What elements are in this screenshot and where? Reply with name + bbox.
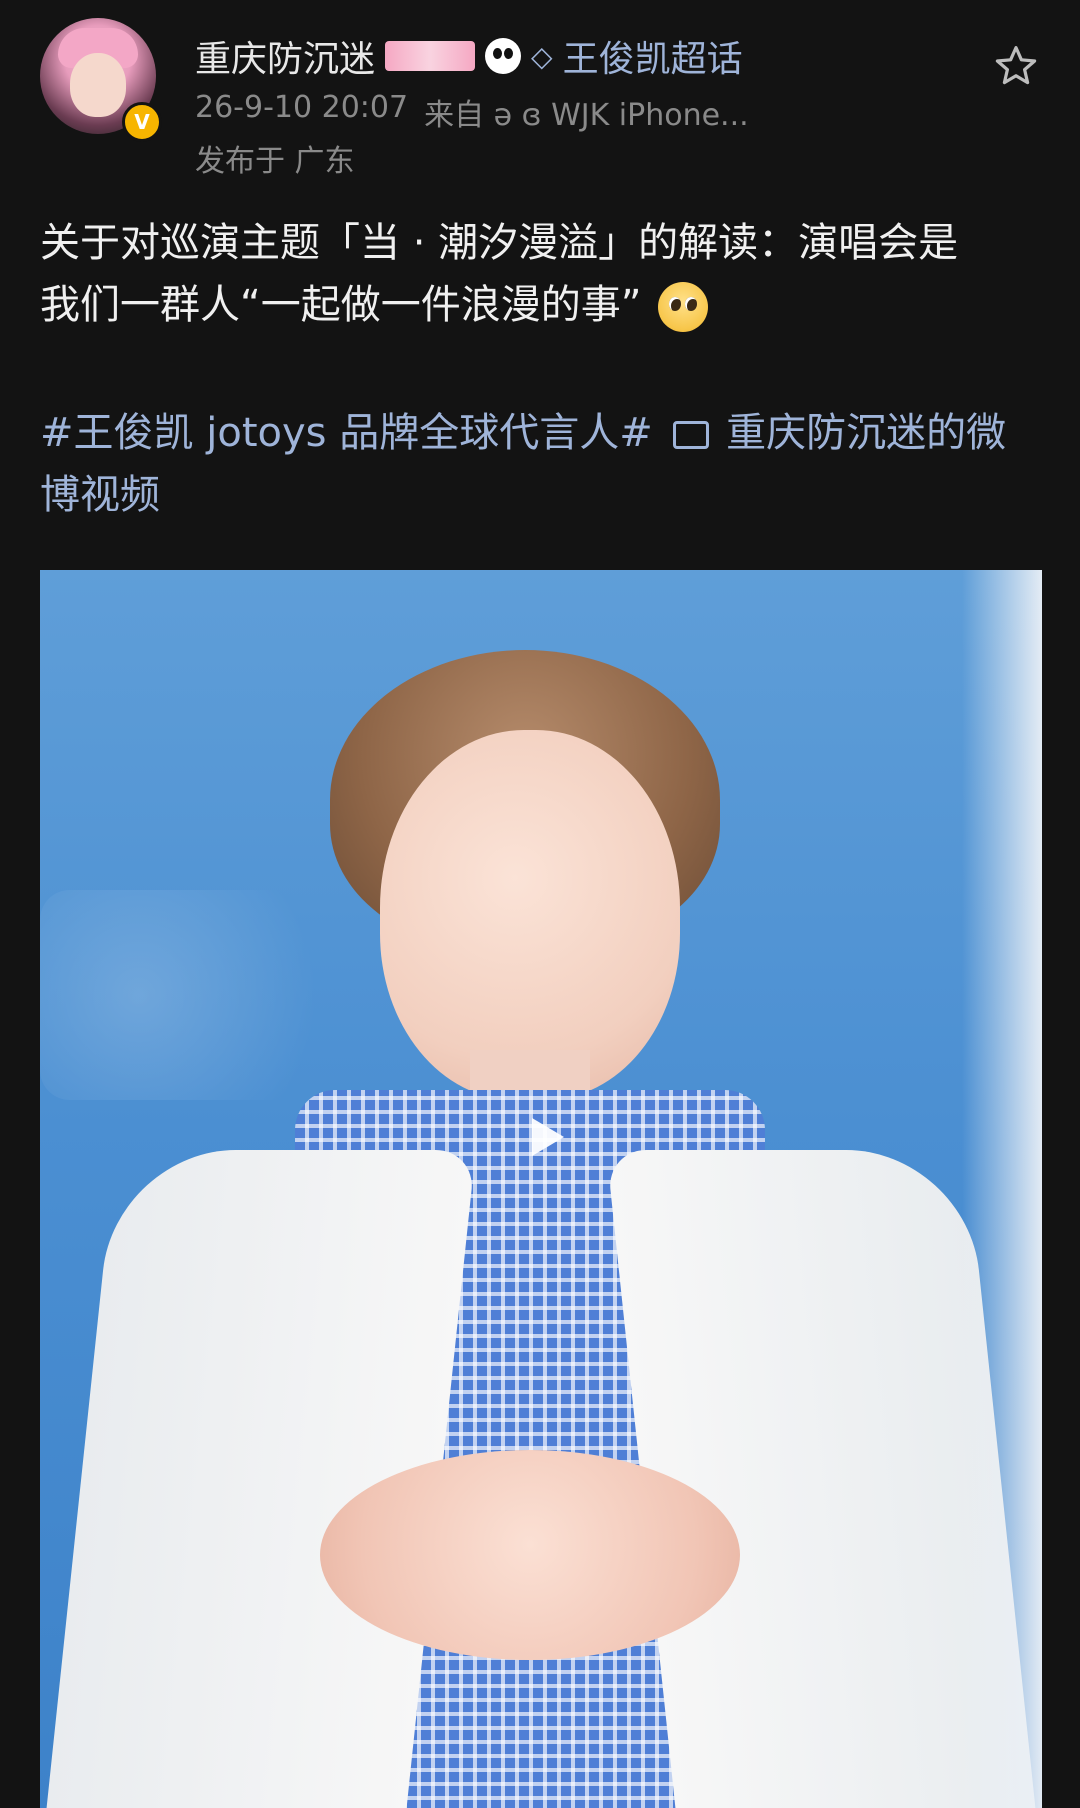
avatar-face <box>70 53 126 117</box>
post-text-line-2: 我们一群人“一起做一件浪漫的事” <box>40 274 1040 336</box>
play-icon[interactable] <box>510 1102 580 1172</box>
person-face <box>380 730 680 1100</box>
video-player[interactable] <box>40 570 1042 1808</box>
post-text: 关于对巡演主题「当 · 潮汐漫溢」的解读：演唱会是 我们一群人“一起做一件浪漫的… <box>40 212 1040 336</box>
topics: #王俊凯 jotoys 品牌全球代言人# 重庆防沉迷的微博视频 <box>40 402 1040 526</box>
video-link-icon <box>673 421 710 449</box>
supertopic-link[interactable]: 王俊凯超话 <box>563 30 743 82</box>
post-header: V 重庆防沉迷 ◇ 王俊凯超话 26-9-10 20:07 来自 ə ɞ WJK… <box>40 18 1040 179</box>
pleading-face-emoji-icon <box>658 282 709 332</box>
post-text-line-2-text: 我们一群人“一起做一件浪漫的事” <box>40 282 642 328</box>
diamond-icon: ◇ <box>531 39 553 73</box>
topic-hashtag[interactable]: #王俊凯 jotoys 品牌全球代言人# <box>40 410 653 456</box>
panda-badge-icon <box>485 38 522 74</box>
post-meta: 26-9-10 20:07 来自 ə ɞ WJK iPhone... <box>195 90 749 134</box>
username-row: 重庆防沉迷 ◇ 王俊凯超话 <box>195 30 743 82</box>
right-edge-highlight <box>962 570 1042 1808</box>
verified-badge-icon: V <box>122 102 162 142</box>
star-icon[interactable] <box>992 42 1040 90</box>
post-text-line-1: 关于对巡演主题「当 · 潮汐漫溢」的解读：演唱会是 <box>40 220 959 266</box>
member-badge-icon <box>385 41 476 71</box>
source: 来自 ə ɞ WJK iPhone... <box>424 98 749 133</box>
username[interactable]: 重庆防沉迷 <box>195 30 375 82</box>
location: 发布于 广东 <box>195 144 355 179</box>
timestamp: 26-9-10 20:07 <box>195 90 409 125</box>
clasped-hands <box>320 1450 740 1660</box>
background-handwriting <box>40 890 370 1100</box>
